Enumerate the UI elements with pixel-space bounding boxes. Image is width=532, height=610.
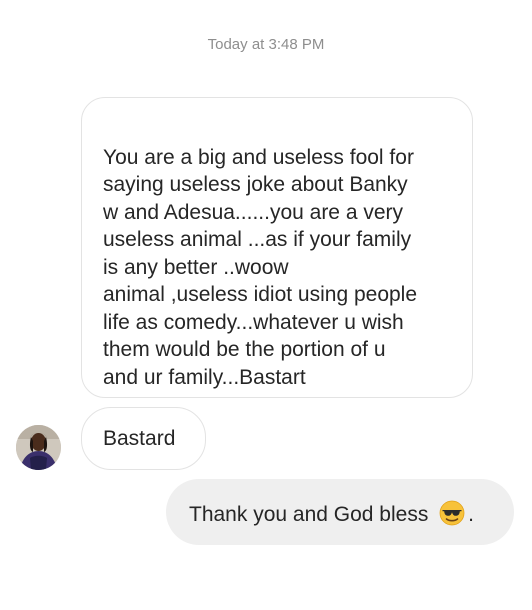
message-text: Thank you and God bless [189,503,429,526]
message-text: You are a big and useless fool for sayin… [103,145,418,389]
message-text: Bastard [103,427,176,450]
outgoing-message-bubble[interactable]: Thank you and God bless . [166,479,514,545]
incoming-message-bubble-short[interactable]: Bastard [81,407,206,470]
sunglasses-emoji-icon [439,500,465,533]
incoming-message-bubble[interactable]: You are a big and useless fool for sayin… [81,97,473,398]
message-timestamp: Today at 3:48 PM [207,36,325,53]
avatar-photo [16,425,61,470]
message-trailing-text: . [468,503,475,526]
sender-avatar[interactable] [16,425,61,470]
